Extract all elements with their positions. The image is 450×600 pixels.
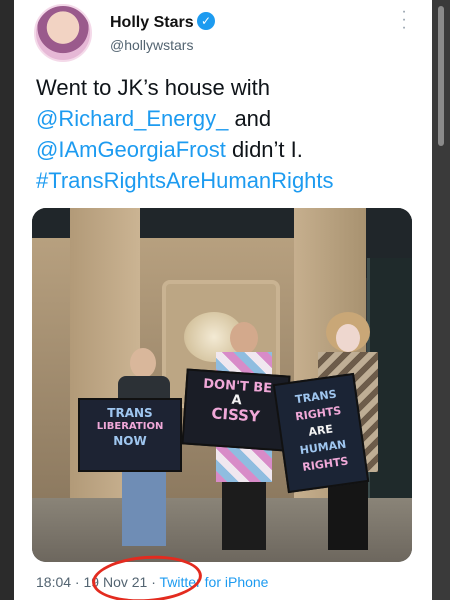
vertical-dots-icon[interactable]: · · · [400, 4, 408, 36]
tweet-line-3: @IAmGeorgiaFrost didn’t I. [36, 137, 303, 162]
scrollbar-thumb[interactable] [438, 6, 444, 146]
hashtag-link[interactable]: #TransRightsAreHumanRights [36, 168, 334, 193]
sign-left-text: NOW [113, 434, 147, 448]
sign-middle: DON'T BE A CISSY [181, 368, 291, 452]
avatar[interactable] [34, 4, 92, 62]
scrollbar[interactable] [432, 0, 450, 600]
display-name[interactable]: Holly Stars [110, 14, 194, 32]
sign-left-text: TRANS [107, 406, 153, 420]
sign-left-text: LIBERATION [96, 421, 164, 432]
handle[interactable]: @hollywstars [110, 37, 193, 53]
tweet-text: Went to JK’s house with @Richard_Energy_… [36, 72, 416, 196]
sign-right: TRANS RIGHTS ARE HUMAN RIGHTS [272, 372, 370, 494]
tweet-line-1: Went to JK’s house with [36, 75, 270, 100]
sign-left: TRANS LIBERATION NOW [78, 398, 182, 472]
tweet-card: Holly Stars ✓ @hollywstars · · · Went to J… [14, 0, 432, 600]
mention-link[interactable]: @IAmGeorgiaFrost [36, 137, 226, 162]
tweet-line-2: @Richard_Energy_ and [36, 106, 272, 131]
tweet-photo[interactable]: TRANS LIBERATION NOW DON'T BE A CISSY TR… [32, 208, 412, 562]
mention-link[interactable]: @Richard_Energy_ [36, 106, 228, 131]
verified-badge-icon: ✓ [197, 12, 215, 30]
tweet-line-4: #TransRightsAreHumanRights [36, 165, 416, 196]
tweet-time: 18:04 [36, 574, 72, 590]
